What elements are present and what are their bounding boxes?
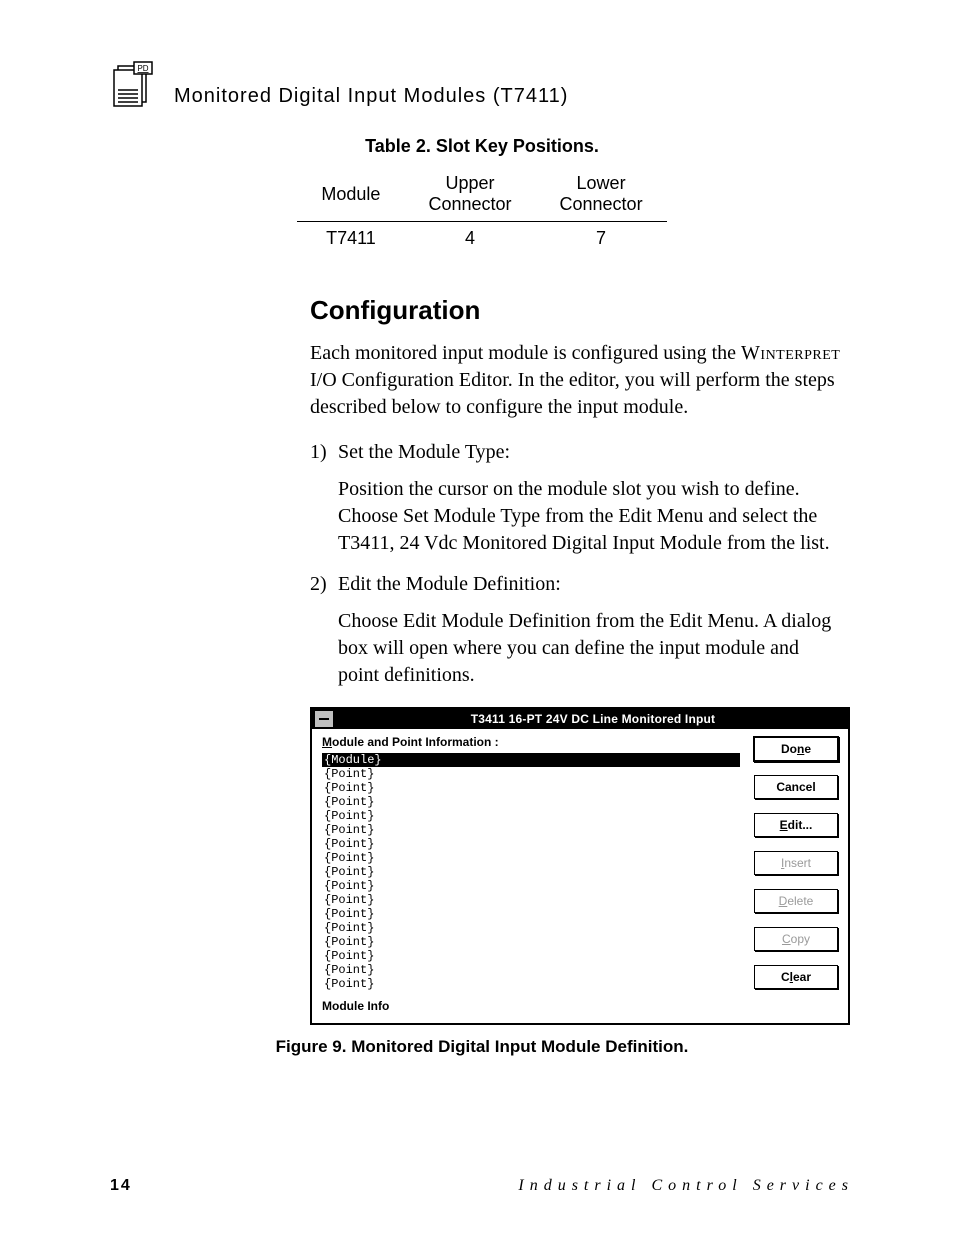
page-footer: 14 Industrial Control Services	[110, 1177, 854, 1195]
system-menu-icon[interactable]	[314, 710, 334, 728]
document-icon: PD	[110, 60, 158, 108]
edit-button[interactable]: Edit...	[754, 813, 838, 837]
step-2-body: Choose Edit Module Definition from the E…	[310, 608, 844, 689]
cancel-button[interactable]: Cancel	[754, 775, 838, 799]
list-item[interactable]: {Point}	[322, 851, 740, 865]
slot-key-table: Module UpperConnector LowerConnector T74…	[297, 167, 666, 255]
table-caption: Table 2. Slot Key Positions.	[110, 136, 854, 157]
body-text: Each monitored input module is configure…	[310, 340, 844, 689]
list-item[interactable]: {Point}	[322, 837, 740, 851]
list-item[interactable]: {Point}	[322, 879, 740, 893]
step-2-title: Edit the Module Definition:	[310, 571, 844, 598]
list-item[interactable]: {Point}	[322, 949, 740, 963]
col-lower: LowerConnector	[536, 167, 667, 222]
step-2: Edit the Module Definition: Choose Edit …	[310, 571, 844, 689]
cell-module: T7411	[297, 222, 404, 256]
list-item[interactable]: {Point}	[322, 977, 740, 991]
dialog-titlebar: T3411 16-PT 24V DC Line Monitored Input	[312, 709, 848, 729]
col-upper: UpperConnector	[404, 167, 535, 222]
module-definition-dialog: T3411 16-PT 24V DC Line Monitored Input …	[310, 707, 850, 1025]
cell-upper: 4	[404, 222, 535, 256]
list-label: Module and Point Information :	[322, 735, 740, 749]
module-info-label: Module Info	[322, 999, 740, 1013]
delete-button: Delete	[754, 889, 838, 913]
step-1-body: Position the cursor on the module slot y…	[310, 476, 844, 557]
table-row: T7411 4 7	[297, 222, 666, 256]
insert-button: Insert	[754, 851, 838, 875]
page-number: 14	[110, 1177, 132, 1195]
copy-button: Copy	[754, 927, 838, 951]
figure-caption: Figure 9. Monitored Digital Input Module…	[110, 1037, 854, 1057]
list-item[interactable]: {Point}	[322, 865, 740, 879]
point-listbox[interactable]: {Module}{Point}{Point}{Point}{Point}{Poi…	[322, 753, 740, 991]
page-title: Monitored Digital Input Modules (T7411)	[174, 85, 568, 108]
list-item[interactable]: {Point}	[322, 921, 740, 935]
list-item[interactable]: {Point}	[322, 823, 740, 837]
list-item[interactable]: {Point}	[322, 767, 740, 781]
icon-label: PD	[137, 64, 148, 73]
list-item[interactable]: {Point}	[322, 963, 740, 977]
clear-button[interactable]: Clear	[754, 965, 838, 989]
col-module: Module	[297, 167, 404, 222]
list-item[interactable]: {Point}	[322, 781, 740, 795]
list-item[interactable]: {Point}	[322, 809, 740, 823]
list-item[interactable]: {Point}	[322, 795, 740, 809]
section-heading: Configuration	[310, 295, 854, 326]
step-1: Set the Module Type: Position the cursor…	[310, 439, 844, 557]
page-header: PD Monitored Digital Input Modules (T741…	[110, 60, 854, 108]
intro-paragraph: Each monitored input module is configure…	[310, 340, 844, 421]
list-item[interactable]: {Point}	[322, 907, 740, 921]
publication-name: Industrial Control Services	[518, 1177, 854, 1195]
cell-lower: 7	[536, 222, 667, 256]
dialog-title: T3411 16-PT 24V DC Line Monitored Input	[338, 712, 848, 726]
list-item[interactable]: {Module}	[322, 753, 740, 767]
list-item[interactable]: {Point}	[322, 893, 740, 907]
done-button[interactable]: Done	[754, 737, 838, 761]
step-1-title: Set the Module Type:	[310, 439, 844, 466]
list-item[interactable]: {Point}	[322, 935, 740, 949]
